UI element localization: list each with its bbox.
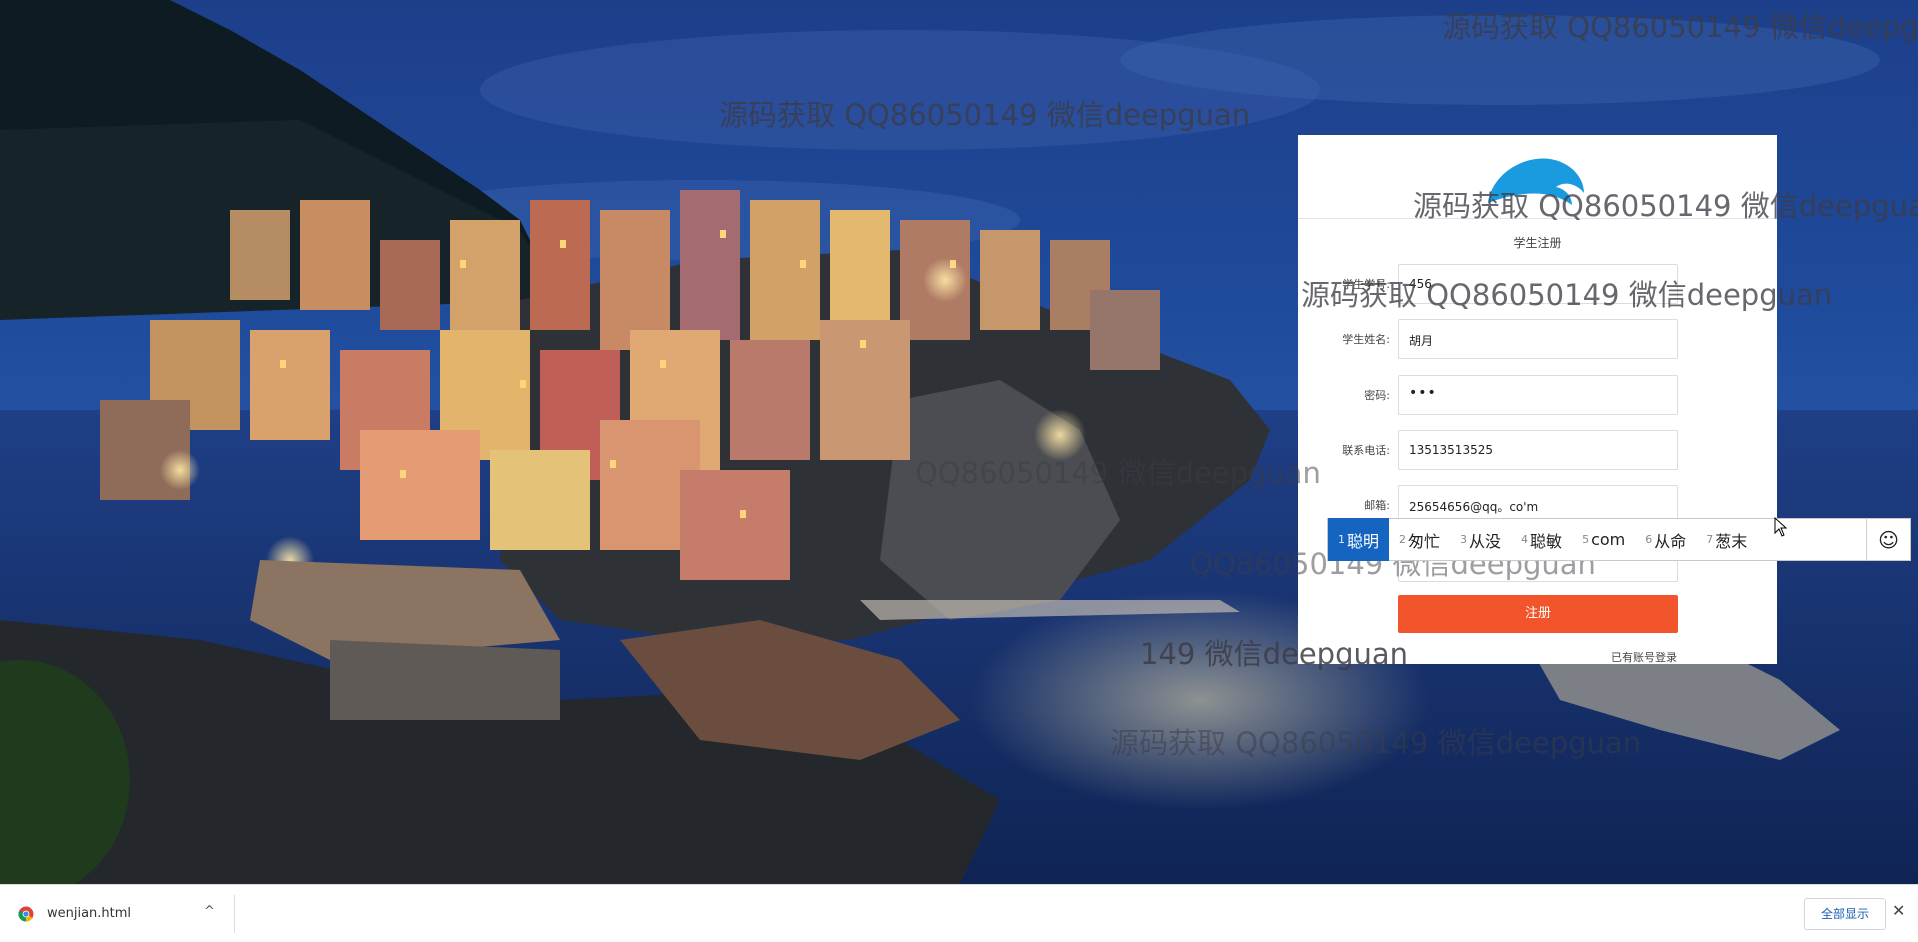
field-label: 密码: bbox=[1364, 389, 1390, 402]
student-id-input[interactable]: 456 bbox=[1398, 264, 1678, 304]
register-card: 学生注册 学生学号: 456 学生姓名: 胡月 密码: ••• 联系电话: 13… bbox=[1298, 135, 1777, 664]
candidate-number: 3 bbox=[1460, 533, 1468, 546]
candidate-text: 聪敏 bbox=[1530, 531, 1563, 551]
ime-candidate[interactable]: 5 com bbox=[1572, 518, 1635, 561]
password-row: 密码: ••• bbox=[1298, 375, 1777, 415]
login-link[interactable]: 已有账号登录 bbox=[1611, 649, 1677, 665]
ime-candidate[interactable]: 2 匆忙 bbox=[1389, 518, 1450, 561]
ime-candidate[interactable]: 1 聪明 bbox=[1328, 518, 1390, 561]
register-button[interactable]: 注册 bbox=[1398, 595, 1678, 633]
candidate-text: 葱末 bbox=[1715, 531, 1748, 551]
ime-candidate[interactable]: 4 聪敏 bbox=[1511, 518, 1572, 561]
field-label: 学生姓名: bbox=[1342, 333, 1390, 346]
student-name-input[interactable]: 胡月 bbox=[1398, 319, 1678, 359]
wave-logo-icon bbox=[1488, 158, 1584, 205]
mouse-cursor-icon bbox=[1774, 517, 1788, 537]
ime-candidate[interactable]: 3 从没 bbox=[1450, 518, 1511, 561]
candidate-number: 2 bbox=[1399, 533, 1407, 546]
student-name-row: 学生姓名: 胡月 bbox=[1298, 319, 1777, 359]
password-input[interactable]: ••• bbox=[1398, 375, 1678, 415]
show-all-button[interactable]: 全部显示 bbox=[1804, 898, 1886, 930]
download-shelf: wenjian.html ^ 全部显示 ✕ bbox=[0, 884, 1918, 942]
close-icon[interactable]: ✕ bbox=[1892, 901, 1905, 920]
chrome-icon bbox=[18, 906, 34, 922]
emoji-icon[interactable]: ☺ bbox=[1866, 518, 1910, 561]
candidate-number: 5 bbox=[1582, 533, 1590, 546]
divider bbox=[234, 895, 235, 933]
field-label: 学生学号: bbox=[1342, 278, 1390, 291]
ime-candidate-bar: 1 聪明 2 匆忙 3 从没 4 聪敏 5 com 6 从命 7 葱末 ☺ bbox=[1327, 518, 1911, 561]
candidate-text: com bbox=[1591, 530, 1626, 549]
candidate-text: 从没 bbox=[1469, 531, 1502, 551]
candidate-text: 从命 bbox=[1654, 531, 1687, 551]
student-id-row: 学生学号: 456 bbox=[1298, 264, 1777, 304]
chevron-up-icon[interactable]: ^ bbox=[204, 904, 215, 919]
candidate-number: 6 bbox=[1645, 533, 1653, 546]
phone-input[interactable]: 13513513525 bbox=[1398, 430, 1678, 470]
candidate-number: 1 bbox=[1338, 533, 1345, 546]
ime-candidate[interactable]: 7 葱末 bbox=[1696, 518, 1757, 561]
form-title: 学生注册 bbox=[1513, 236, 1562, 250]
ime-candidate[interactable]: 6 从命 bbox=[1635, 518, 1696, 561]
candidate-text: 聪明 bbox=[1347, 531, 1380, 551]
phone-row: 联系电话: 13513513525 bbox=[1298, 430, 1777, 470]
candidate-number: 7 bbox=[1706, 533, 1714, 546]
field-label: 邮箱: bbox=[1364, 499, 1390, 512]
candidate-text: 匆忙 bbox=[1408, 531, 1441, 551]
logo-area bbox=[1298, 135, 1777, 219]
field-label: 联系电话: bbox=[1342, 444, 1390, 457]
candidate-number: 4 bbox=[1521, 533, 1529, 546]
download-filename[interactable]: wenjian.html bbox=[47, 906, 131, 921]
